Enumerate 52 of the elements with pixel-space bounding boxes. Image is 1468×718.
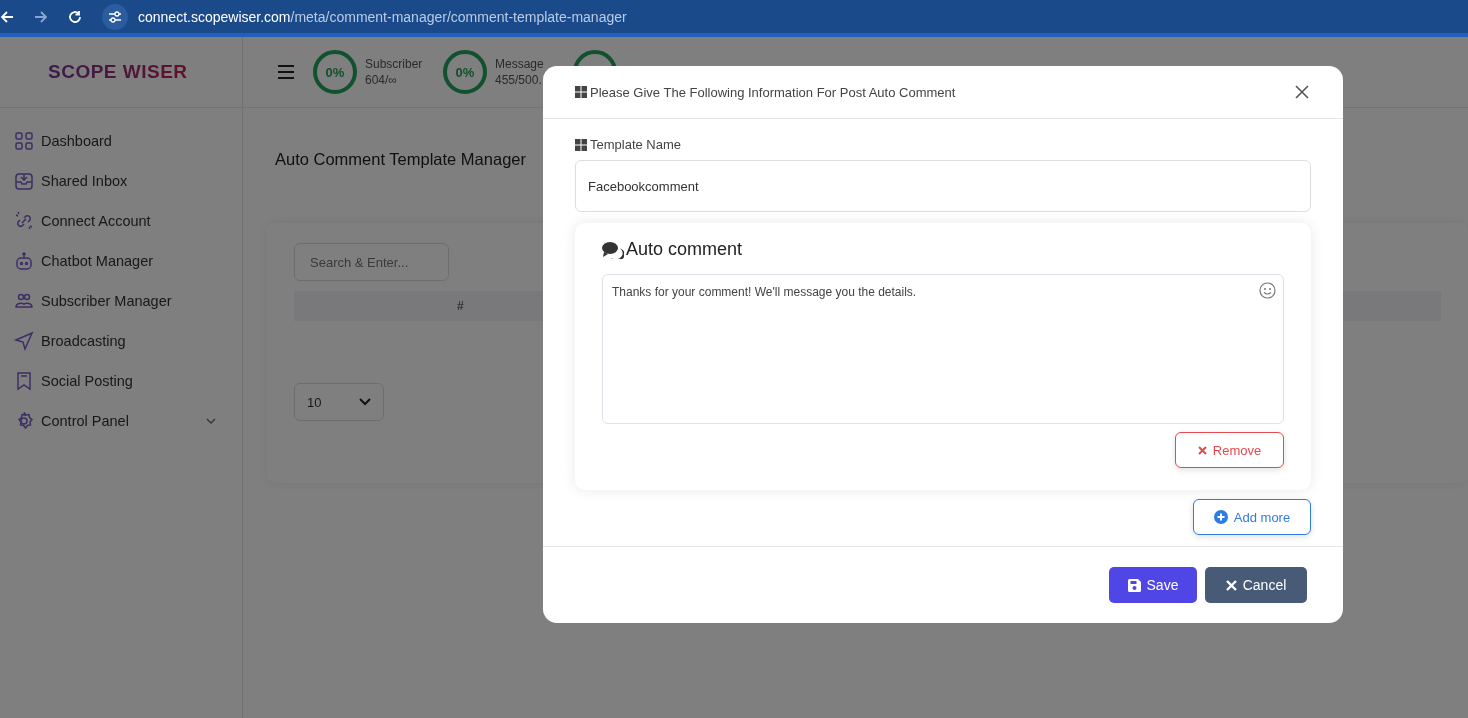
sidebar-item[interactable]: Connect Account [0,201,242,241]
sidebar-item[interactable]: Chatbot Manager [0,241,242,281]
remove-button[interactable]: Remove [1175,432,1284,468]
url-domain: connect.scopewiser.com [138,8,291,25]
close-icon [1197,445,1207,455]
sidebar-item[interactable]: Dashboard [0,121,242,161]
forward-icon[interactable] [34,9,48,24]
plus-circle-icon [1213,510,1228,524]
search-field[interactable]: Search & Enter... [294,243,449,281]
template-name-field[interactable]: Facebookcomment [575,160,1311,212]
stat-label: Subscriber [365,57,423,71]
comment-field[interactable]: Thanks for your comment! We'll message you the details. [602,274,1284,424]
progress-ring: 0% [313,50,357,94]
field-label: Template Name [590,137,682,152]
grid-icon [575,138,587,151]
section-heading: Auto comment [626,239,743,260]
stat-label: Message [495,57,544,71]
save-button[interactable]: Save [1109,567,1197,603]
page-title: Auto Comment Template Manager [275,150,527,169]
comments-icon [602,240,624,259]
robot-icon [14,251,34,271]
sidebar-item[interactable]: Broadcasting [0,321,242,361]
chevron-down-icon [359,398,371,406]
send-icon [14,331,34,351]
sidebar-item[interactable]: Subscriber Manager [0,281,242,321]
emoji-icon[interactable] [1259,282,1276,299]
url-path: /meta/comment-manager/comment-template-manager [290,8,627,25]
address-bar[interactable]: connect.scopewiser.com/meta/comment-manager/comment-template-manager [102,1,647,32]
stat-value: 455/500. [495,73,543,87]
inbox-icon [14,171,34,191]
close-icon [1225,579,1237,591]
grid-icon [575,86,587,98]
modal-title: Please Give The Following Information For Post Auto Comment [590,84,956,100]
sidebar-item[interactable]: Shared Inbox [0,161,242,201]
link-icon [14,211,34,231]
progress-ring: 0% [443,50,487,94]
add-more-button[interactable]: Add more [1193,499,1311,535]
bookmark-icon [14,371,34,391]
site-settings-icon[interactable] [102,3,128,30]
sidebar-item[interactable]: Social Posting [0,361,242,401]
stat-value: 604/∞ [365,73,398,87]
reload-icon[interactable] [68,9,82,24]
cancel-button[interactable]: Cancel [1205,567,1307,603]
back-icon[interactable] [0,9,14,24]
chevron-down-icon [206,418,216,424]
page-size-select[interactable]: 10 [294,383,384,421]
column-header: # [457,299,464,313]
sidebar-item[interactable]: Control Panel [0,401,242,441]
close-icon[interactable] [1295,85,1309,99]
menu-icon[interactable] [277,65,295,79]
users-icon [14,291,34,311]
dashboard-icon [14,131,34,151]
